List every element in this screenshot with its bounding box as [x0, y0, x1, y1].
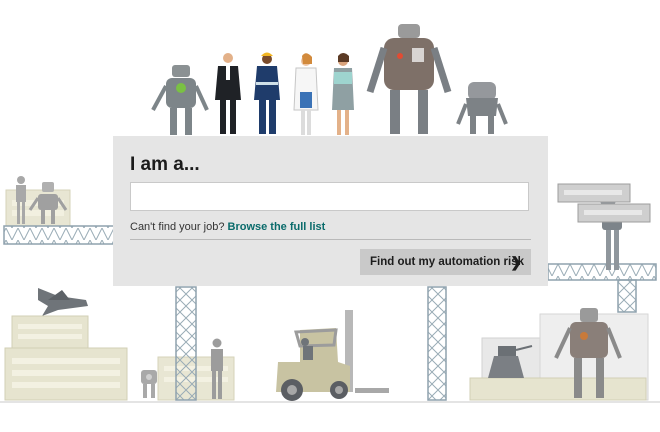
submit-button-label: Find out my automation risk	[370, 256, 524, 268]
forklift	[276, 310, 389, 401]
fighter-jet-model	[38, 288, 88, 316]
large-rusty-robot	[366, 24, 452, 134]
round-teal-robot	[456, 82, 508, 134]
browse-full-list-link[interactable]: Browse the full list	[228, 221, 326, 233]
job-title-input[interactable]	[130, 182, 529, 211]
left-crate-stack	[5, 189, 71, 227]
doctor	[293, 53, 319, 135]
left-lower-crates	[4, 315, 128, 401]
left-tower	[175, 286, 197, 401]
helper-text: Can't find your job? Browse the full lis…	[130, 221, 325, 233]
divider	[130, 239, 531, 240]
robot-carrying-panels	[557, 183, 651, 270]
small-gray-robot	[141, 370, 157, 398]
businessman	[215, 53, 241, 134]
chevron-right-icon: ❯	[510, 254, 522, 270]
page-title: I am a...	[130, 154, 200, 175]
find-automation-risk-button[interactable]: Find out my automation risk ❯	[360, 249, 531, 275]
helper-prefix: Can't find your job?	[130, 221, 225, 233]
right-scaffold-beam	[547, 263, 657, 313]
job-search-panel: I am a... Can't find your job? Browse th…	[113, 136, 548, 286]
scientist-woman	[332, 53, 354, 135]
green-eye-robot	[151, 65, 209, 135]
left-scaffold-beam	[3, 225, 115, 245]
right-tower	[427, 286, 447, 401]
construction-worker	[254, 52, 280, 134]
